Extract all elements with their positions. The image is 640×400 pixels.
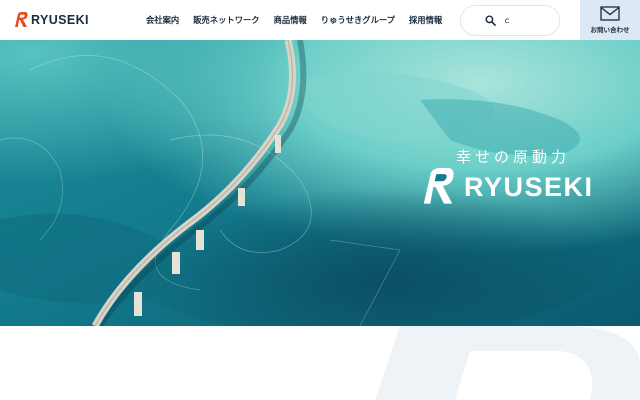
brand-name: RYUSEKI — [31, 13, 89, 27]
logo-mark-icon — [15, 12, 28, 27]
site-header: RYUSEKI 会社案内 販売ネットワーク 商品情報 りゅうせきグループ 採用情… — [0, 0, 640, 40]
nav-sales-network[interactable]: 販売ネットワーク — [193, 14, 259, 26]
hero-brand-logo: RYUSEKI — [418, 168, 594, 206]
content-area — [0, 326, 640, 400]
logo-mark-icon — [423, 168, 454, 204]
hero-tagline: 幸せの原動力 — [456, 148, 571, 166]
nav-group[interactable]: りゅうせきグループ — [321, 14, 395, 26]
contact-label: お問い合わせ — [590, 26, 630, 34]
brand-logo[interactable]: RYUSEKI — [14, 10, 89, 30]
hero-brand-name: RYUSEKI — [464, 171, 594, 202]
nav-recruit[interactable]: 採用情報 — [409, 14, 442, 26]
main-nav: 会社案内 販売ネットワーク 商品情報 りゅうせきグループ 採用情報 — [146, 0, 456, 40]
nav-company[interactable]: 会社案内 — [146, 14, 179, 26]
contact-button[interactable]: お問い合わせ — [580, 0, 640, 40]
search-icon[interactable] — [485, 15, 496, 26]
nav-products[interactable]: 商品情報 — [274, 14, 307, 26]
mail-icon — [600, 6, 620, 21]
search-box[interactable] — [460, 5, 560, 36]
search-input[interactable] — [503, 10, 559, 31]
watermark-logo-shape — [375, 326, 640, 400]
hero-banner: 幸せの原動力 RYUSEKI — [0, 40, 640, 326]
